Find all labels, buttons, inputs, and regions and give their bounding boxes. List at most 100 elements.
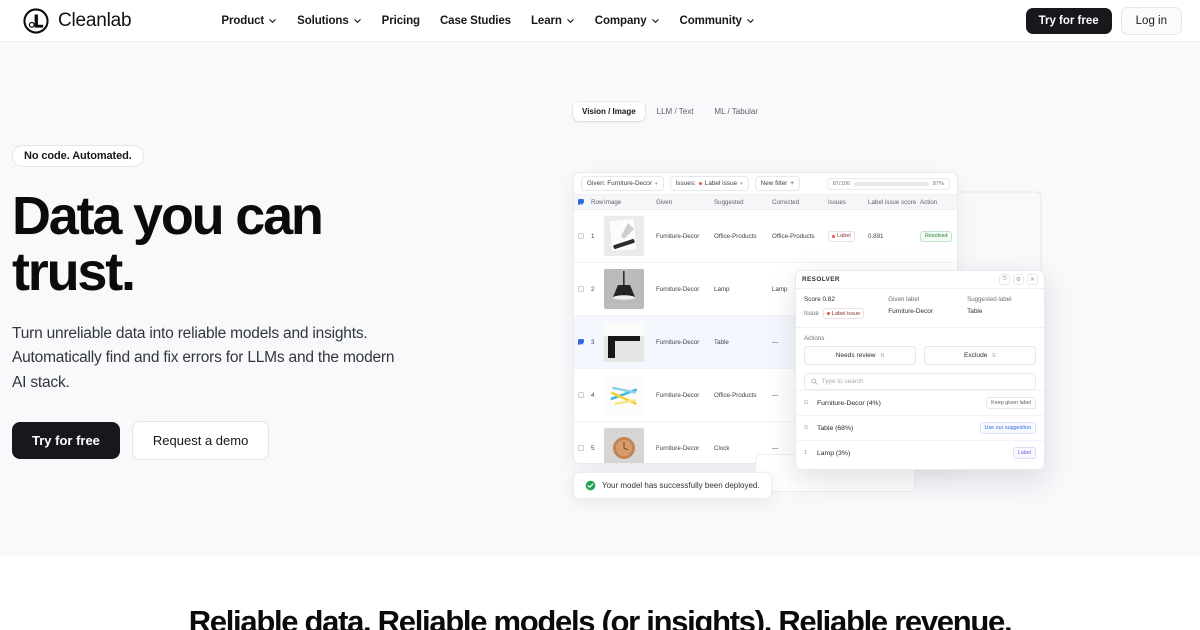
- row-issues: Label: [828, 230, 868, 242]
- nav-item-product[interactable]: Product: [221, 15, 277, 27]
- chevron-down-icon: [269, 19, 276, 24]
- resolver-header-actions: ⏱ ⚙ ✕: [999, 274, 1038, 285]
- hero-subheadline: Turn unreliable data into reliable model…: [12, 325, 395, 391]
- nav-actions: Try for free Log in: [1025, 6, 1182, 35]
- exclude-button[interactable]: Exclude E: [924, 346, 1036, 365]
- issue-badge-label: Label issue: [831, 310, 861, 317]
- resolver-header: RESOLVER ⏱ ⚙ ✕: [796, 271, 1044, 289]
- nav-item-learn[interactable]: Learn: [531, 15, 575, 27]
- chevron-down-icon: [353, 19, 361, 24]
- nav-item-case-studies[interactable]: Case Studies: [440, 15, 511, 27]
- issue-dot-icon: [832, 234, 835, 238]
- resolver-issue-line: Issue Label issue: [804, 308, 878, 319]
- nav-item-label: Learn: [530, 14, 562, 27]
- resolver-given-key: Given label: [888, 296, 920, 303]
- option-tag: Keep given label: [986, 397, 1036, 409]
- resolver-score: Score 0.82: [804, 296, 835, 303]
- row-checkbox[interactable]: [574, 445, 588, 451]
- nav-item-solutions[interactable]: Solutions: [297, 15, 362, 27]
- status-badge: Resolved: [920, 230, 953, 242]
- section-heading: Reliable data. Reliable models (or insig…: [188, 604, 1013, 630]
- colored-pens-photo-icon: [604, 375, 644, 415]
- progress-track: [853, 181, 929, 186]
- option-shortcut: G: [804, 400, 809, 406]
- row-checkbox[interactable]: [574, 339, 588, 345]
- option-tag: Label: [1012, 447, 1036, 459]
- review-progress: 87/100 87%: [826, 177, 950, 190]
- close-icon[interactable]: ✕: [1027, 274, 1038, 285]
- filter-given-chip[interactable]: Given: Furniture-Decor ▾: [581, 176, 664, 191]
- option-label: Lamp (3%): [817, 449, 851, 457]
- row-image-cell: [604, 269, 656, 309]
- resolver-title: RESOLVER: [802, 276, 840, 283]
- row-suggested: Office-Products: [714, 391, 757, 399]
- toast-message: Your model has successfully been deploye…: [602, 481, 760, 490]
- new-filter-button[interactable]: New filter +: [754, 176, 800, 191]
- search-icon: [811, 378, 818, 385]
- nav-item-label: Solutions: [297, 14, 349, 27]
- row-given: Furniture-Decor: [656, 338, 700, 346]
- nav-try-for-free-button[interactable]: Try for free: [1025, 7, 1112, 34]
- resolver-suggested-block: Suggested label Table: [967, 296, 1036, 319]
- row-checkbox[interactable]: [574, 286, 588, 292]
- row-suggested: Lamp: [714, 285, 730, 293]
- row-checkbox[interactable]: [574, 233, 588, 239]
- hero-cta-group: Try for free Request a demo: [12, 420, 432, 460]
- filter-issues-value: Label issue: [704, 180, 738, 187]
- needs-review-button[interactable]: Needs review N: [804, 346, 916, 365]
- resolver-option-keep-given[interactable]: G Furniture-Decor (4%) Keep given label: [796, 390, 1044, 415]
- resolver-search[interactable]: [804, 373, 1036, 390]
- resolver-option-suggestion[interactable]: S Table (68%) Use our suggestion: [796, 415, 1044, 440]
- issue-badge-label: Label: [837, 233, 851, 239]
- top-navigation-bar: Cleanlab Product Solutions Pricing Case …: [0, 0, 1200, 42]
- option-label: Table (68%): [817, 424, 854, 432]
- filter-issues-chip[interactable]: Issues: Label issue ▾: [669, 176, 749, 191]
- hero-try-for-free-button[interactable]: Try for free: [12, 421, 120, 459]
- row-given: Furniture-Decor: [656, 232, 700, 240]
- progress-percent: 87%: [932, 180, 944, 187]
- resolver-action-buttons: Needs review N Exclude E: [796, 342, 1044, 373]
- resolver-score-block: Score 0.82 Issue Label issue: [804, 296, 878, 319]
- hero-copy: No code. Automated. Data you can trust. …: [12, 145, 432, 460]
- row-corrected: Office-Products: [772, 232, 815, 240]
- search-input[interactable]: [821, 378, 1029, 385]
- row-given: Furniture-Decor: [656, 285, 700, 293]
- history-icon[interactable]: ⏱: [999, 274, 1010, 285]
- nav-item-label: Community: [679, 14, 742, 27]
- row-number: 4: [591, 391, 595, 399]
- nav-item-company[interactable]: Company: [595, 15, 660, 27]
- tab-ml-tabular[interactable]: ML / Tabular: [705, 102, 767, 121]
- resolver-option-lamp[interactable]: 1 Lamp (3%) Label: [796, 440, 1044, 465]
- issue-badge: Label: [828, 230, 855, 242]
- chevron-down-icon: ▾: [740, 180, 743, 187]
- col-header-row: Row: [591, 198, 604, 206]
- select-all-checkbox[interactable]: [574, 199, 588, 205]
- col-header-given: Given: [656, 198, 673, 206]
- nav-item-pricing[interactable]: Pricing: [382, 15, 420, 27]
- table-header-row: Row Image Given Suggested Corrected Issu…: [574, 195, 957, 210]
- nav-item-label: Pricing: [381, 14, 420, 27]
- table-toolbar: Given: Furniture-Decor ▾ Issues: Label i…: [574, 173, 957, 195]
- table-row[interactable]: 1 Furniture-Decor Office-Products Office…: [574, 210, 957, 263]
- tab-llm-text[interactable]: LLM / Text: [648, 102, 703, 121]
- pendant-lamp-photo-icon: [604, 269, 644, 309]
- hero-headline: Data you can trust.: [12, 186, 324, 303]
- notebook-pen-photo-icon: [604, 216, 644, 256]
- gear-icon[interactable]: ⚙: [1013, 274, 1024, 285]
- brand-logo[interactable]: Cleanlab: [22, 7, 132, 35]
- row-suggested: Office-Products: [714, 232, 757, 240]
- nav-item-community[interactable]: Community: [680, 15, 755, 27]
- tab-vision-image[interactable]: Vision / Image: [573, 102, 645, 121]
- issue-badge: Label issue: [822, 308, 865, 319]
- hero-request-demo-button[interactable]: Request a demo: [131, 420, 270, 460]
- row-image-cell: [604, 216, 656, 256]
- success-check-icon: [585, 480, 596, 491]
- resolver-issue-key: Issue: [804, 310, 819, 317]
- row-given: Furniture-Decor: [656, 444, 700, 452]
- row-score: 0.891: [868, 232, 884, 240]
- row-image-cell: [604, 375, 656, 415]
- row-checkbox[interactable]: [574, 392, 588, 398]
- black-table-photo-icon: [604, 322, 644, 362]
- nav-login-button[interactable]: Log in: [1120, 6, 1182, 35]
- deployment-toast: Your model has successfully been deploye…: [573, 472, 772, 499]
